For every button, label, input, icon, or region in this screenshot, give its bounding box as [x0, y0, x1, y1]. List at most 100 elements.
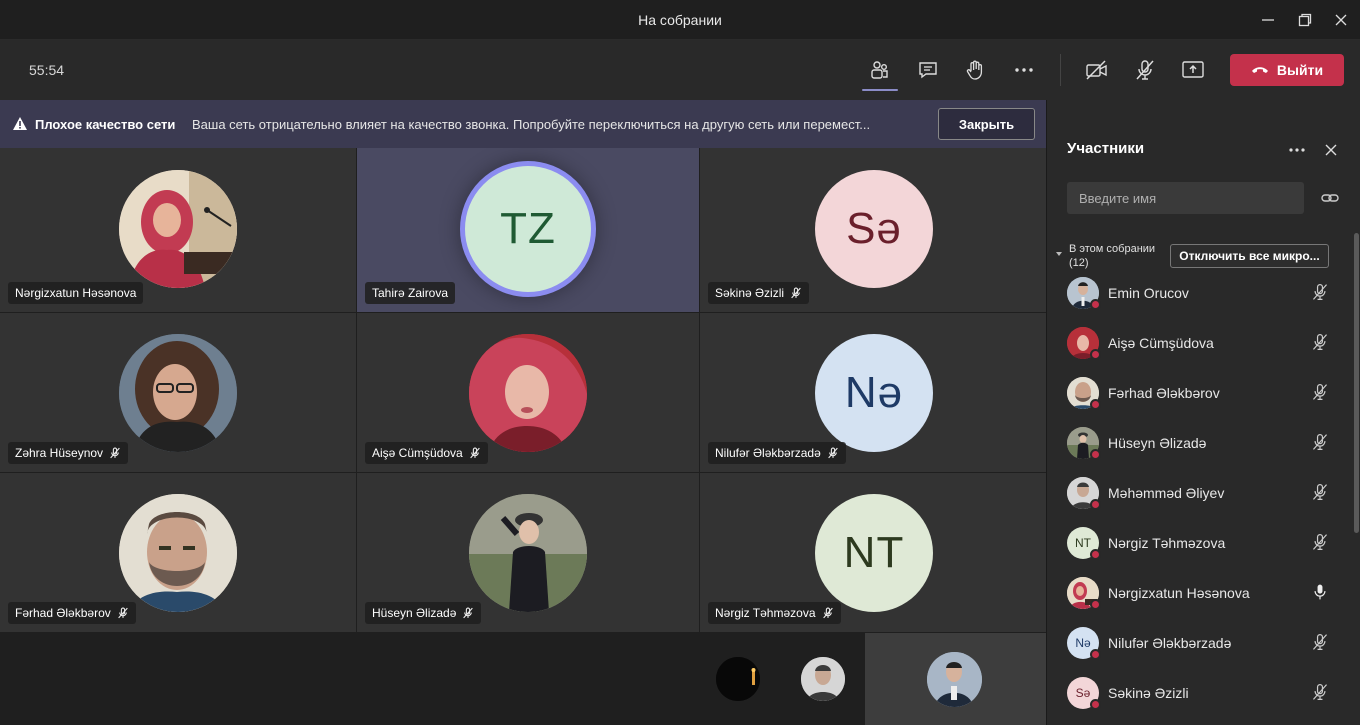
participant-name: Nərgizxatun Həsənova	[1108, 585, 1250, 601]
mic-off-icon	[469, 447, 480, 459]
in-meeting-section-header[interactable]: В этом собрании (12)	[1055, 242, 1155, 270]
participant-nametag: Tahirə Zairova	[365, 282, 456, 304]
video-tile[interactable]: Aişə Cümşüdova	[357, 313, 699, 472]
overflow-participant-avatar[interactable]	[801, 657, 845, 701]
banner-close-button[interactable]: Закрыть	[938, 108, 1035, 140]
video-tile[interactable]: NT Nərgiz Təhməzova	[700, 473, 1046, 632]
participant-row[interactable]: Məhəmməd Əliyev	[1047, 468, 1347, 518]
presence-busy-indicator	[1090, 699, 1101, 710]
meeting-timer: 55:54	[29, 62, 65, 78]
banner-title: Плохое качество сети	[35, 117, 176, 132]
video-tile[interactable]: Sə Səkinə Əzizli	[700, 148, 1046, 312]
leave-button[interactable]: Выйти	[1230, 54, 1344, 86]
minimize-button[interactable]	[1256, 8, 1280, 32]
participant-row[interactable]: Fərhad Ələkbərov	[1047, 368, 1347, 418]
participant-nametag: Səkinə Əzizli	[708, 282, 810, 304]
raise-hand-button[interactable]	[959, 54, 991, 86]
people-icon	[871, 61, 888, 79]
participant-list-scrollbar[interactable]	[1354, 233, 1359, 533]
participant-row[interactable]: Aişə Cümşüdova	[1047, 318, 1347, 368]
participant-nametag: Zəhra Hüseynov	[8, 442, 129, 464]
participant-nametag: Aişə Cümşüdova	[365, 442, 488, 464]
banner-message: Ваша сеть отрицательно влияет на качеств…	[192, 117, 871, 132]
chat-icon	[919, 62, 937, 79]
chevron-down-icon	[1056, 252, 1062, 256]
restore-icon	[1298, 13, 1312, 27]
participant-name: Nərgiz Təhməzova	[1108, 535, 1226, 551]
overflow-participant-avatar[interactable]	[716, 657, 760, 701]
mic-off-icon	[791, 287, 801, 299]
participant-row[interactable]: Nə Nilufər Ələkbərzadə	[1047, 618, 1347, 668]
participant-row[interactable]: Hüseyn Əlizadə	[1047, 418, 1347, 468]
participant-mic-button[interactable]	[1310, 432, 1330, 452]
participant-mic-button[interactable]	[1310, 482, 1330, 502]
participant-photo	[469, 334, 587, 452]
hang-up-icon	[1251, 67, 1268, 73]
more-icon	[1289, 148, 1305, 152]
presence-busy-indicator	[1090, 299, 1101, 310]
video-tile[interactable]: Nərgizxatun Həsənova	[0, 148, 356, 312]
self-avatar	[927, 652, 982, 707]
network-warning-banner: Плохое качество сети Ваша сеть отрицател…	[0, 100, 1046, 148]
camera-toggle-button[interactable]	[1081, 54, 1113, 86]
participant-name: Emin Orucov	[1108, 285, 1189, 301]
participant-mic-button[interactable]	[1310, 382, 1330, 402]
participant-photo	[119, 494, 237, 612]
panel-title: Участники	[1067, 140, 1145, 157]
mic-off-icon	[1312, 534, 1328, 550]
presence-busy-indicator	[1090, 499, 1101, 510]
participant-nametag: Fərhad Ələkbərov	[8, 602, 136, 624]
panel-more-button[interactable]	[1285, 140, 1309, 160]
mic-off-icon	[117, 607, 128, 619]
video-tile[interactable]: Zəhra Hüseynov	[0, 313, 356, 472]
video-tile[interactable]: Hüseyn Əlizadə	[357, 473, 699, 632]
presence-busy-indicator	[1090, 399, 1101, 410]
participant-mic-button[interactable]	[1310, 332, 1330, 352]
participant-nametag: Nərgiz Təhməzova	[708, 602, 841, 624]
participant-mic-button[interactable]	[1310, 282, 1330, 302]
participant-search-input[interactable]	[1067, 182, 1304, 214]
mic-off-icon	[1136, 60, 1154, 80]
participant-name: Məhəmməd Əliyev	[1108, 485, 1225, 501]
mic-off-icon	[1312, 684, 1328, 700]
meeting-toolbar: 55:54 Выйти	[0, 40, 1360, 100]
share-invite-link-button[interactable]	[1319, 188, 1341, 208]
close-window-button[interactable]	[1329, 8, 1353, 32]
chat-button[interactable]	[912, 54, 944, 86]
participant-photo	[469, 494, 587, 612]
participant-initials-avatar: Sə	[815, 170, 933, 288]
participant-photo	[119, 170, 237, 288]
presence-busy-indicator	[1090, 449, 1101, 460]
participant-row[interactable]: NT Nərgiz Təhməzova	[1047, 518, 1347, 568]
panel-close-button[interactable]	[1319, 140, 1343, 160]
participant-name: Fərhad Ələkbərov	[1108, 385, 1220, 401]
participant-nametag: Nərgizxatun Həsənova	[8, 282, 144, 304]
participant-mic-button[interactable]	[1310, 632, 1330, 652]
participant-name: Aişə Cümşüdova	[1108, 335, 1214, 351]
minimize-icon	[1262, 19, 1274, 21]
close-icon	[1325, 144, 1337, 156]
participants-button[interactable]	[862, 54, 898, 91]
mute-all-button[interactable]: Отключить все микро...	[1170, 244, 1329, 268]
video-tile-active-speaker[interactable]: TZ Tahirə Zairova	[357, 148, 699, 312]
maximize-button[interactable]	[1293, 8, 1317, 32]
video-tile[interactable]: Fərhad Ələkbərov	[0, 473, 356, 632]
participant-name: Nilufər Ələkbərzadə	[1108, 635, 1232, 651]
mic-off-icon	[1312, 484, 1328, 500]
hand-icon	[966, 60, 983, 80]
participant-row[interactable]: Emin Orucov	[1047, 268, 1347, 318]
self-view-tile[interactable]	[865, 633, 1046, 725]
video-tile[interactable]: Nə Nilufər Ələkbərzadə	[700, 313, 1046, 472]
share-screen-button[interactable]	[1177, 54, 1209, 86]
participant-mic-button[interactable]	[1310, 682, 1330, 702]
microphone-toggle-button[interactable]	[1129, 54, 1161, 86]
section-label: В этом собрании	[1069, 243, 1156, 255]
participant-mic-button[interactable]	[1310, 532, 1330, 552]
more-actions-button[interactable]	[1008, 54, 1040, 86]
participant-row[interactable]: Sə Səkinə Əzizli	[1047, 668, 1347, 718]
participant-row[interactable]: Nərgizxatun Həsənova	[1047, 568, 1347, 618]
participant-mic-button[interactable]	[1310, 582, 1330, 602]
camera-off-icon	[1086, 60, 1107, 80]
participant-initials-avatar: NT	[815, 494, 933, 612]
more-icon	[1015, 68, 1033, 72]
